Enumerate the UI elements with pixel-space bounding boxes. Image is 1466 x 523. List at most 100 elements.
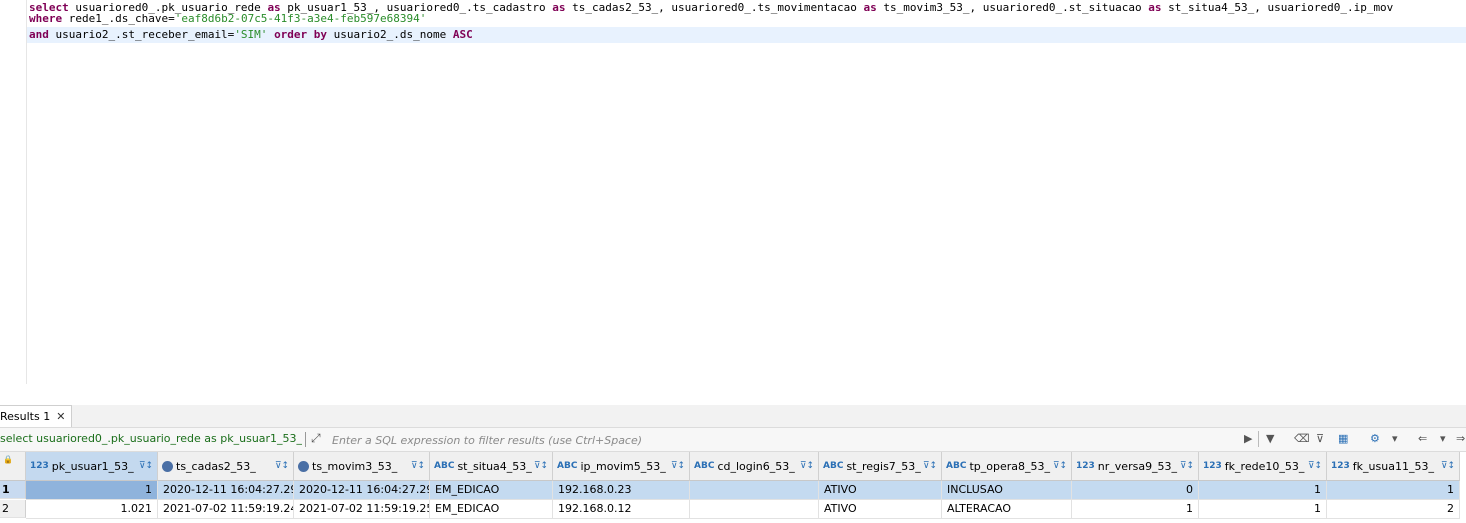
chevron-down-icon[interactable]: ▾: [1440, 431, 1446, 447]
table-cell[interactable]: 1: [1072, 500, 1199, 519]
sql-keyword: ASC: [452, 28, 473, 41]
column-name: tp_opera8_53_: [969, 459, 1050, 473]
sort-filter-icon[interactable]: ⊽↕: [1441, 461, 1455, 471]
column-header-tp-opera8-53[interactable]: ABC tp_opera8_53_ ⊽↕: [942, 452, 1072, 481]
table-cell[interactable]: [690, 500, 819, 519]
text-type-icon: ABC: [557, 461, 578, 471]
column-name: fk_usua11_53_: [1352, 459, 1434, 473]
table-cell[interactable]: 1: [1199, 500, 1327, 519]
column-header-ts-cadas2-53[interactable]: ts_cadas2_53_ ⊽↕: [158, 452, 294, 481]
sql-text: ts_cadas2_53_, usuariored0_.ts_movimenta…: [565, 1, 864, 14]
table-cell[interactable]: 2020-12-11 16:04:27.290: [294, 481, 430, 500]
text-type-icon: ABC: [946, 461, 967, 471]
sort-filter-icon[interactable]: ⊽↕: [671, 461, 685, 471]
column-header-ts-movim3-53[interactable]: ts_movim3_53_ ⊽↕: [294, 452, 430, 481]
table-cell[interactable]: 2021-07-02 11:59:19.247: [158, 500, 294, 519]
table-cell[interactable]: EM_EDICAO: [430, 481, 553, 500]
numeric-type-icon: 123: [1203, 461, 1222, 471]
numeric-type-icon: 123: [1331, 461, 1350, 471]
results-grid: 🔒 123 pk_usuar1_53_ ⊽↕ ts_cadas2_53_ ⊽↕ ts_mo…: [0, 452, 1466, 523]
sql-keyword: as: [552, 1, 566, 14]
sort-filter-icon[interactable]: ⊽↕: [275, 461, 289, 471]
table-cell[interactable]: 1.021: [26, 500, 158, 519]
filter-icon[interactable]: ⊽: [1316, 431, 1324, 447]
clock-icon: [162, 460, 173, 472]
column-header-fk-usua11-53[interactable]: 123 fk_usua11_53_ ⊽↕: [1327, 452, 1460, 481]
column-header-st-situa4-53[interactable]: ABC st_situa4_53_ ⊽↕: [430, 452, 553, 481]
tab-results-1[interactable]: Results 1 ✕: [0, 405, 73, 427]
column-name: nr_versa9_53_: [1097, 459, 1178, 473]
code-line-3[interactable]: and usuario2_.st_receber_email='SIM' ord…: [27, 27, 1466, 43]
editor-gutter: [0, 0, 27, 384]
column-header-fk-rede10-53[interactable]: 123 fk_rede10_53_ ⊽↕: [1199, 452, 1327, 481]
table-cell[interactable]: 1: [1199, 481, 1327, 500]
sort-filter-icon[interactable]: ⊽↕: [139, 461, 153, 471]
table-cell[interactable]: [690, 481, 819, 500]
sort-filter-icon[interactable]: ⊽↕: [411, 461, 425, 471]
sort-filter-icon[interactable]: ⊽↕: [1053, 461, 1067, 471]
sql-keyword: where: [29, 12, 63, 25]
code-line-2[interactable]: where rede1_.ds_chave='eaf8d6b2-07c5-41f…: [29, 11, 426, 27]
table-cell[interactable]: 192.168.0.23: [553, 481, 690, 500]
results-tab-bar: Results 1 ✕: [0, 405, 1466, 428]
sql-string: 'SIM': [234, 28, 268, 41]
filter-bar: select usuariored0_.pk_usuario_rede as p…: [0, 428, 1466, 452]
sort-filter-icon[interactable]: ⊽↕: [1180, 461, 1194, 471]
column-name: cd_login6_53_: [717, 459, 795, 473]
sort-filter-icon[interactable]: ⊽↕: [1308, 461, 1322, 471]
text-type-icon: ABC: [823, 461, 844, 471]
expand-icon[interactable]: ⤢: [311, 431, 325, 445]
table-cell[interactable]: 2020-12-11 16:04:27.290: [158, 481, 294, 500]
table-cell[interactable]: ALTERACAO: [942, 500, 1072, 519]
query-text: select usuariored0_.pk_usuario_rede as p…: [0, 432, 302, 445]
eraser-icon[interactable]: ⌫: [1294, 431, 1310, 447]
column-name: fk_rede10_53_: [1224, 459, 1305, 473]
sql-text: usuario2_.ds_nome: [327, 28, 453, 41]
column-name: ts_cadas2_53_: [176, 459, 256, 473]
table-cell[interactable]: EM_EDICAO: [430, 500, 553, 519]
sql-text: st_situa4_53_, usuariored0_.ip_mov: [1161, 1, 1394, 14]
forward-arrow-icon[interactable]: ⇒: [1456, 431, 1465, 447]
table-cell[interactable]: 2: [1327, 500, 1460, 519]
sql-keyword: and: [29, 28, 49, 41]
table-icon[interactable]: ▦: [1338, 431, 1348, 447]
settings-icon[interactable]: ⚙: [1370, 431, 1380, 447]
back-arrow-icon[interactable]: ⇐: [1418, 431, 1427, 447]
table-cell[interactable]: 2021-07-02 11:59:19.250: [294, 500, 430, 519]
table-cell[interactable]: 192.168.0.12: [553, 500, 690, 519]
sql-string: 'eaf8d6b2-07c5-41f3-a3e4-feb597e68394': [174, 12, 427, 25]
dropdown-icon[interactable]: ▼: [1266, 431, 1274, 447]
table-cell[interactable]: 1: [1327, 481, 1460, 500]
numeric-type-icon: 123: [1076, 461, 1095, 471]
table-cell[interactable]: ATIVO: [819, 481, 942, 500]
chevron-down-icon[interactable]: ▾: [1392, 431, 1398, 447]
close-icon[interactable]: ✕: [56, 410, 65, 423]
lock-icon: 🔒: [3, 455, 13, 464]
sort-filter-icon[interactable]: ⊽↕: [923, 461, 937, 471]
column-header-st-regis7-53[interactable]: ABC st_regis7_53_ ⊽↕: [819, 452, 942, 481]
table-cell[interactable]: 1: [26, 481, 158, 500]
play-icon[interactable]: ▶: [1244, 431, 1252, 447]
sql-editor[interactable]: select usuariored0_.pk_usuario_rede as p…: [0, 0, 1466, 384]
divider: [1258, 431, 1259, 447]
row-number[interactable]: 2: [0, 500, 26, 518]
table-cell[interactable]: ATIVO: [819, 500, 942, 519]
sql-text: rede1_.ds_chave=: [62, 12, 175, 25]
filter-input[interactable]: [330, 431, 1234, 449]
row-number[interactable]: 1: [0, 481, 26, 499]
column-header-ip-movim5-53[interactable]: ABC ip_movim5_53_ ⊽↕: [553, 452, 690, 481]
sort-filter-icon[interactable]: ⊽↕: [534, 461, 548, 471]
column-name: pk_usuar1_53_: [51, 459, 134, 473]
grid-corner: 🔒: [0, 452, 26, 481]
column-name: ip_movim5_53_: [580, 459, 666, 473]
column-header-pk-usuar1-53[interactable]: 123 pk_usuar1_53_ ⊽↕: [26, 452, 158, 481]
sql-text: ts_movim3_53_, usuariored0_.st_situacao: [876, 1, 1149, 14]
sql-keyword: as: [1148, 1, 1162, 14]
sort-filter-icon[interactable]: ⊽↕: [800, 461, 814, 471]
sql-text: usuario2_.st_receber_email=: [48, 28, 235, 41]
text-type-icon: ABC: [694, 461, 715, 471]
column-header-cd-login6-53[interactable]: ABC cd_login6_53_ ⊽↕: [690, 452, 819, 481]
column-header-nr-versa9-53[interactable]: 123 nr_versa9_53_ ⊽↕: [1072, 452, 1199, 481]
table-cell[interactable]: INCLUSAO: [942, 481, 1072, 500]
table-cell[interactable]: 0: [1072, 481, 1199, 500]
